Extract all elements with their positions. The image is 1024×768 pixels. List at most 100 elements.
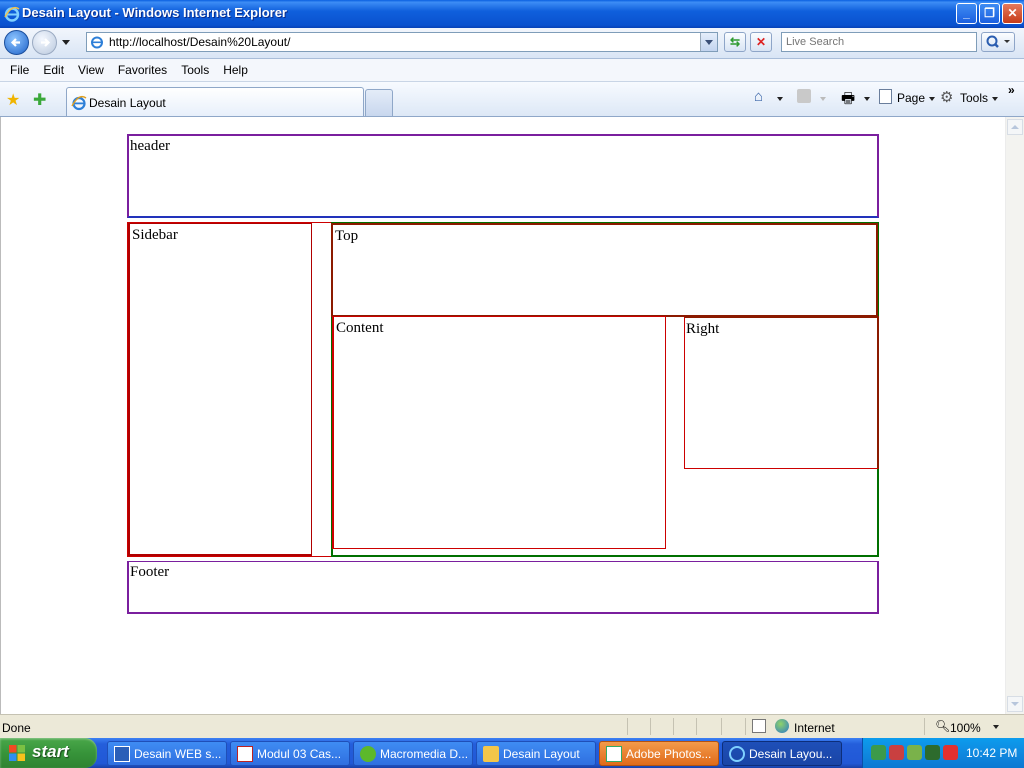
home-icon[interactable]: ⌂ xyxy=(754,88,763,105)
status-bar: Done Internet 🔍︎ 100% xyxy=(0,714,1024,738)
scroll-up-button[interactable] xyxy=(1007,119,1023,135)
tools-dropdown-icon xyxy=(992,96,999,101)
top-label: Top xyxy=(335,228,359,244)
footer-label: Footer xyxy=(130,564,170,580)
layout-content: Content xyxy=(332,316,666,549)
menu-file[interactable]: File xyxy=(0,59,36,81)
page-icon xyxy=(91,36,103,49)
title-bar: Desain Layout - Windows Internet Explore… xyxy=(0,0,1024,28)
layout-header: header xyxy=(127,134,879,218)
taskbar-item-label: Modul 03 Cas... xyxy=(257,747,342,761)
pdf-document-icon xyxy=(237,746,253,762)
add-to-favorites-icon[interactable]: ✚ xyxy=(33,90,46,110)
restore-button[interactable]: ❐ xyxy=(979,3,1000,24)
address-dropdown-button[interactable] xyxy=(700,33,717,51)
favorites-center-star-icon[interactable]: ★ xyxy=(6,90,20,110)
tools-menu-label: Tools xyxy=(960,91,989,105)
status-divider xyxy=(924,718,925,735)
menu-favorites[interactable]: Favorites xyxy=(111,59,174,81)
taskbar-item-folder-desain-layout[interactable]: Desain Layout xyxy=(476,741,596,766)
search-button[interactable] xyxy=(981,32,1015,52)
acrobat-tray-icon[interactable] xyxy=(943,745,958,760)
search-input[interactable] xyxy=(782,33,978,51)
status-divider xyxy=(673,718,674,735)
window-title: Desain Layout - Windows Internet Explore… xyxy=(22,5,287,20)
taskbar-item-label: Macromedia D... xyxy=(380,747,469,761)
taskbar-item-modul-03[interactable]: Modul 03 Cas... xyxy=(230,741,350,766)
taskbar-item-macromedia[interactable]: Macromedia D... xyxy=(353,741,473,766)
photoshop-icon xyxy=(606,746,622,762)
search-box[interactable] xyxy=(781,32,978,52)
security-alert-icon[interactable] xyxy=(889,745,904,760)
tab-desain-layout[interactable]: Desain Layout xyxy=(66,87,364,116)
back-arrow-icon xyxy=(10,38,20,47)
gear-icon: ⚙ xyxy=(940,89,954,106)
page-dropdown-icon xyxy=(929,96,936,101)
updates-icon[interactable] xyxy=(907,745,922,760)
taskbar: start Desain WEB s... Modul 03 Cas... Ma… xyxy=(0,738,1024,768)
tab-label: Desain Layout xyxy=(89,96,166,110)
zoom-magnifier-icon: 🔍︎ xyxy=(935,719,951,733)
content-label: Content xyxy=(336,320,384,336)
new-tab-button[interactable] xyxy=(365,89,393,116)
status-divider xyxy=(627,718,628,735)
taskbar-item-ie-desain-layout[interactable]: Desain Layou... xyxy=(722,741,842,766)
internet-explorer-icon xyxy=(4,6,20,22)
clock[interactable]: 10:42 PM xyxy=(966,746,1017,760)
taskbar-item-label: Desain Layout xyxy=(503,747,580,761)
menu-view[interactable]: View xyxy=(71,59,111,81)
layout-sidebar: Sidebar xyxy=(128,223,312,556)
print-dropdown-icon[interactable] xyxy=(864,97,870,101)
page-menu-icon xyxy=(879,89,892,104)
page-menu[interactable]: Page xyxy=(897,91,936,105)
start-label: start xyxy=(32,742,69,761)
forward-button[interactable] xyxy=(32,30,57,55)
internet-explorer-icon xyxy=(729,746,745,762)
feeds-dropdown-icon xyxy=(820,97,826,101)
word-document-icon xyxy=(114,746,130,762)
layout-footer: Footer xyxy=(127,561,879,614)
address-toolbar: http://localhost/Desain%20Layout/ ⇆ ✕ xyxy=(0,28,1024,59)
globe-icon xyxy=(775,719,789,733)
scroll-down-button[interactable] xyxy=(1007,696,1023,712)
close-button[interactable]: ✕ xyxy=(1002,3,1023,24)
vertical-scrollbar[interactable] xyxy=(1005,117,1024,714)
minimize-button[interactable]: _ xyxy=(956,3,977,24)
recent-pages-dropdown[interactable] xyxy=(62,40,70,45)
taskbar-item-desain-web[interactable]: Desain WEB s... xyxy=(107,741,227,766)
chevron-more-icon[interactable]: » xyxy=(1008,83,1015,97)
zoom-dropdown-icon[interactable] xyxy=(993,725,999,729)
tools-menu[interactable]: Tools xyxy=(960,91,999,105)
taskbar-item-photoshop[interactable]: Adobe Photos... xyxy=(599,741,719,766)
header-label: header xyxy=(130,138,170,154)
menu-help[interactable]: Help xyxy=(216,59,255,81)
back-button[interactable] xyxy=(4,30,29,55)
folder-icon xyxy=(483,746,499,762)
home-dropdown-icon[interactable] xyxy=(777,97,783,101)
status-divider xyxy=(650,718,651,735)
menu-edit[interactable]: Edit xyxy=(36,59,71,81)
taskbar-item-label: Adobe Photos... xyxy=(626,747,712,761)
protected-mode-icon[interactable] xyxy=(752,719,766,733)
refresh-button[interactable]: ⇆ xyxy=(724,32,746,52)
tab-internet-explorer-icon xyxy=(71,95,87,111)
system-tray: 10:42 PM xyxy=(862,738,1024,768)
windows-flag-icon xyxy=(9,745,25,761)
feeds-icon[interactable] xyxy=(797,89,811,103)
print-icon[interactable]: 🖶 xyxy=(841,88,855,113)
network-icon[interactable] xyxy=(871,745,886,760)
start-button[interactable]: start xyxy=(0,738,97,768)
security-zone[interactable]: Internet xyxy=(794,721,835,735)
page-menu-label: Page xyxy=(897,91,926,105)
address-field[interactable]: http://localhost/Desain%20Layout/ xyxy=(86,32,718,52)
status-text: Done xyxy=(2,721,31,735)
address-url: http://localhost/Desain%20Layout/ xyxy=(109,35,291,49)
stop-button[interactable]: ✕ xyxy=(750,32,772,52)
zoom-level[interactable]: 100% xyxy=(950,721,981,735)
taskbar-item-label: Desain WEB s... xyxy=(134,747,222,761)
layout-top: Top xyxy=(331,223,878,317)
tab-bar: ★ ✚ Desain Layout ⌂ 🖶 Page ⚙ Tools » xyxy=(0,82,1024,117)
search-icon xyxy=(986,35,1010,48)
menu-tools[interactable]: Tools xyxy=(174,59,216,81)
antivirus-icon[interactable] xyxy=(925,745,940,760)
